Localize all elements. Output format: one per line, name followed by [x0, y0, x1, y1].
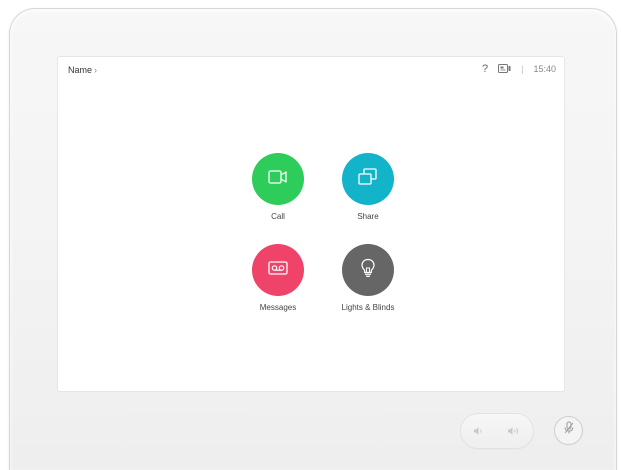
share-button[interactable]: Share — [338, 153, 398, 221]
share-screens-icon — [358, 167, 378, 191]
share-circle — [342, 153, 394, 205]
home-tiles: Call Share Messages Lights & Blinds — [58, 57, 564, 391]
microphone-mute-icon — [563, 421, 575, 440]
volume-down-icon[interactable] — [473, 426, 485, 436]
lights-blinds-circle — [342, 244, 394, 296]
volume-control — [461, 414, 533, 448]
messages-circle — [252, 244, 304, 296]
voicemail-icon — [268, 260, 288, 280]
microphone-mute-button[interactable] — [555, 417, 582, 444]
call-label: Call — [271, 212, 285, 221]
share-label: Share — [357, 212, 379, 221]
volume-up-icon[interactable] — [507, 426, 521, 436]
lights-blinds-label: Lights & Blinds — [341, 303, 395, 312]
call-circle — [252, 153, 304, 205]
lights-blinds-button[interactable]: Lights & Blinds — [329, 244, 407, 312]
touch-screen: Name › ? | 15:40 Call Share Messages Lig… — [58, 57, 564, 391]
messages-label: Messages — [259, 303, 297, 312]
video-camera-icon — [268, 169, 288, 189]
messages-button[interactable]: Messages — [248, 244, 308, 312]
lightbulb-icon — [360, 258, 376, 283]
call-button[interactable]: Call — [248, 153, 308, 221]
